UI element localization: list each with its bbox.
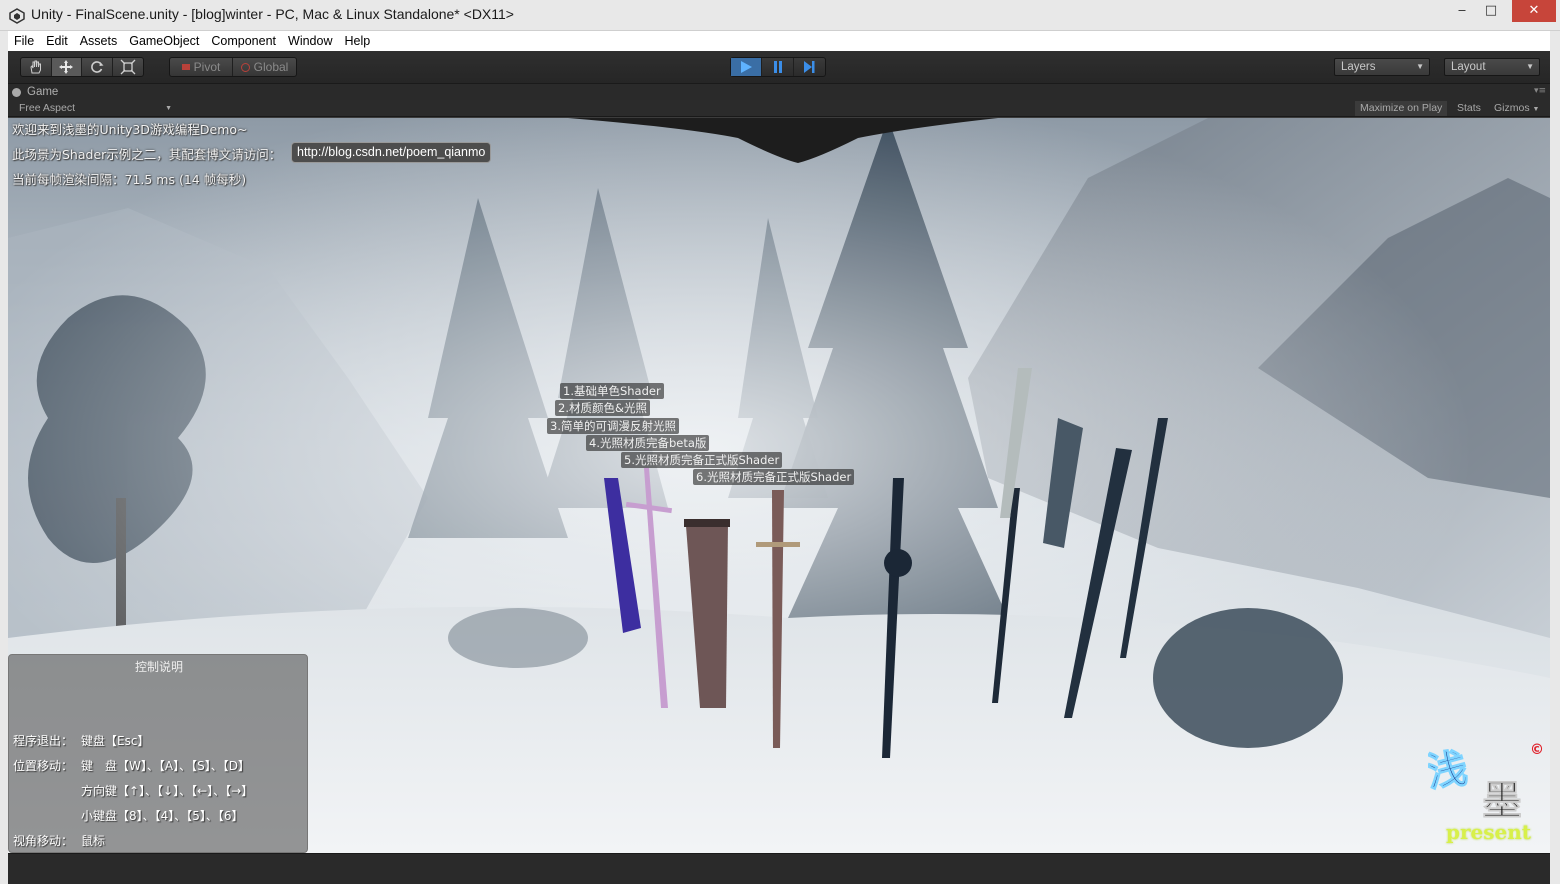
qianmo-present-logo: 浅 墨 © present	[1424, 736, 1546, 848]
play-icon	[741, 61, 753, 73]
control-row: 位置移动： 键 盘【W】、【A】、【S】、【D】	[13, 757, 250, 774]
window-frame-right	[1550, 31, 1560, 884]
close-button[interactable]: ✕	[1512, 0, 1556, 22]
layers-label: Layers	[1341, 61, 1376, 73]
gizmos-label: Gizmos	[1494, 102, 1530, 114]
chevron-down-icon: ▼	[1526, 62, 1534, 71]
rotate-tool-button[interactable]	[82, 58, 113, 76]
control-row: 小键盘【8】、【4】、【5】、【6】	[13, 807, 244, 824]
shader-label-1: 1.基础单色Shader	[560, 383, 664, 399]
menu-component[interactable]: Component	[205, 31, 282, 51]
hand-icon	[30, 60, 41, 74]
window-frame-left	[0, 31, 8, 884]
move-tool-button[interactable]	[51, 58, 82, 76]
control-row: 视角移动： 鼠标	[13, 832, 105, 849]
status-strip	[8, 853, 1550, 884]
layout-dropdown[interactable]: Layout ▼	[1444, 58, 1540, 76]
controls-panel-title: 控制说明	[134, 660, 183, 674]
control-key: 程序退出：	[13, 734, 74, 748]
unity-logo-icon	[9, 8, 25, 24]
copyright-mark: ©	[1530, 742, 1544, 758]
game-viewport[interactable]: 欢迎来到浅墨的Unity3D游戏编程Demo~ 此场景为Shader示例之二，其…	[8, 118, 1550, 853]
scene-info-text: 此场景为Shader示例之二，其配套博文请访问：	[12, 147, 282, 162]
minimize-button[interactable]: ‒	[1448, 0, 1476, 22]
step-button[interactable]	[794, 58, 825, 76]
frame-time-text: 当前每帧渲染间隔：71.5 ms (14 帧每秒)	[12, 172, 247, 187]
layers-dropdown[interactable]: Layers ▼	[1334, 58, 1430, 76]
game-view-icon	[12, 87, 21, 97]
control-value: 键盘【Esc】	[81, 734, 150, 748]
control-key: 视角移动：	[13, 834, 74, 848]
control-row: 程序退出： 键盘【Esc】	[13, 732, 149, 749]
game-view-toolbar: Free Aspect ▼ Maximize on Play Stats Giz…	[8, 100, 1550, 117]
step-icon	[804, 61, 815, 73]
welcome-text: 欢迎来到浅墨的Unity3D游戏编程Demo~	[12, 122, 248, 137]
stats-toggle[interactable]: Stats	[1452, 101, 1486, 116]
shader-label-2: 2.材质颜色&光照	[555, 400, 650, 416]
chevron-down-icon: ▼	[165, 105, 172, 112]
layout-label: Layout	[1451, 61, 1486, 73]
menu-edit[interactable]: Edit	[40, 31, 74, 51]
game-tab-bar: Game ▾≡	[8, 84, 1550, 100]
aspect-dropdown[interactable]: Free Aspect ▼	[12, 101, 174, 116]
menu-assets[interactable]: Assets	[74, 31, 124, 51]
aspect-label: Free Aspect	[19, 102, 76, 114]
shader-label-6: 6.光照材质完备正式版Shader	[693, 469, 855, 485]
tab-menu-icon[interactable]: ▾≡	[1534, 86, 1546, 96]
editor-toolbar: Pivot Global Layers ▼ Layout ▼	[8, 51, 1550, 84]
menu-help[interactable]: Help	[338, 31, 376, 51]
global-label: Global	[253, 60, 289, 74]
pivot-label: Pivot	[193, 60, 221, 74]
window-title: Unity - FinalScene.unity - [blog]winter …	[31, 6, 514, 22]
pause-icon	[773, 61, 782, 73]
blog-link-button[interactable]: http://blog.csdn.net/poem_qianmo	[291, 142, 492, 163]
control-value: 键 盘【W】、【A】、【S】、【D】	[81, 759, 250, 773]
scale-tool-button[interactable]	[113, 58, 143, 76]
pivot-toggle-group: Pivot Global	[169, 57, 297, 77]
pause-button[interactable]	[762, 58, 794, 76]
svg-text:浅: 浅	[1428, 744, 1470, 796]
menu-gameobject[interactable]: GameObject	[123, 31, 205, 51]
tab-game-label: Game	[27, 86, 59, 98]
tab-game[interactable]: Game	[12, 84, 58, 100]
svg-text:墨: 墨	[1482, 777, 1522, 824]
control-value: 方向键【↑】、【↓】、【←】、【→】	[81, 784, 254, 798]
chevron-down-icon: ▼	[1532, 106, 1540, 113]
transform-tools	[20, 57, 144, 77]
menu-window[interactable]: Window	[282, 31, 338, 51]
maximize-button[interactable]: □	[1477, 0, 1505, 22]
shader-label-3: 3.简单的可调漫反射光照	[547, 418, 679, 434]
shader-label-5: 5.光照材质完备正式版Shader	[621, 452, 783, 468]
playback-controls	[730, 57, 826, 77]
controls-panel: 控制说明 程序退出： 键盘【Esc】 位置移动： 键 盘【W】、【A】、【S】、【D…	[8, 654, 308, 853]
move-icon	[59, 60, 74, 74]
play-button[interactable]	[731, 58, 763, 76]
scale-icon	[120, 59, 136, 75]
window-titlebar: Unity - FinalScene.unity - [blog]winter …	[0, 0, 1560, 31]
global-button[interactable]: Global	[233, 58, 296, 76]
rotate-icon	[90, 61, 104, 73]
chevron-down-icon: ▼	[1416, 62, 1424, 71]
control-value: 小键盘【8】、【4】、【5】、【6】	[81, 809, 244, 823]
global-icon	[240, 62, 250, 72]
shader-label-4: 4.光照材质完备beta版	[586, 435, 710, 451]
control-key: 位置移动：	[13, 759, 74, 773]
menu-file[interactable]: File	[8, 31, 40, 51]
menu-bar: File Edit Assets GameObject Component Wi…	[8, 31, 1550, 51]
logo-tagline: present	[1446, 820, 1532, 844]
calligraphy-logo-icon: 浅 墨	[1424, 744, 1523, 824]
pivot-button[interactable]: Pivot	[170, 58, 234, 76]
pivot-icon	[181, 64, 190, 70]
control-row: 方向键【↑】、【↓】、【←】、【→】	[13, 782, 253, 799]
maximize-on-play-toggle[interactable]: Maximize on Play	[1355, 101, 1448, 116]
hand-tool-button[interactable]	[21, 58, 52, 76]
gizmos-dropdown[interactable]: Gizmos ▼	[1489, 101, 1544, 116]
control-value: 鼠标	[81, 834, 106, 848]
